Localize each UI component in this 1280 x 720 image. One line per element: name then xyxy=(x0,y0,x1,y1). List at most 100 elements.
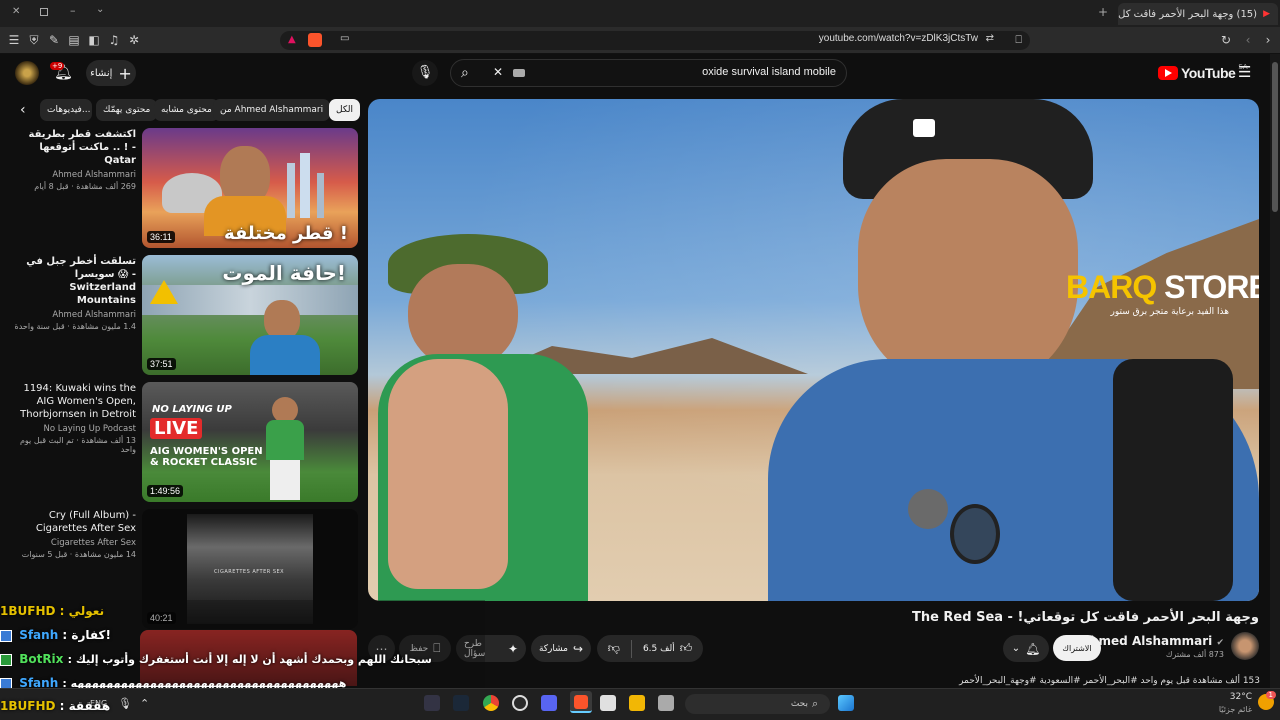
brave-shields-icon[interactable] xyxy=(308,33,322,47)
subscriber-count: 873 ألف مشترك xyxy=(1165,650,1224,659)
tray-overflow-chevron-icon[interactable]: ⌃ xyxy=(140,697,149,710)
create-button[interactable]: إنشاء + xyxy=(86,60,136,86)
channel-avatar[interactable] xyxy=(1231,632,1259,660)
tower-shape xyxy=(287,163,295,218)
steam-icon[interactable] xyxy=(453,695,469,711)
site-settings-icon[interactable]: ⇄ xyxy=(986,33,994,44)
new-tab-icon[interactable]: + xyxy=(1098,5,1108,19)
recommendation-card[interactable]: تسلقت أخطر جبل في سويسرا 😱 - Switzerland… xyxy=(10,255,358,375)
youtube-wordmark: YouTube xyxy=(1181,65,1236,81)
subscribe-button[interactable]: الاشتراك xyxy=(1053,635,1101,661)
person-face-shape xyxy=(264,300,300,340)
account-avatar[interactable] xyxy=(15,61,39,85)
chips-scroll-left-icon[interactable]: ‹ xyxy=(20,102,26,118)
windows-start-icon[interactable] xyxy=(838,695,854,711)
brave-logo-icon xyxy=(574,695,588,709)
browser-tab-title: (15) وجهة البحر الأحمر فاقت كل توقعاتي xyxy=(1118,8,1258,20)
chrome-icon[interactable] xyxy=(483,695,499,711)
recommendation-card[interactable]: 1194: Kuwaki wins the AIG Women's Open, … xyxy=(10,382,358,502)
tower-shape xyxy=(300,153,310,218)
recommendation-title[interactable]: Cry (Full Album) - Cigarettes After Sex xyxy=(10,509,136,535)
recommendation-channel[interactable]: Cigarettes After Sex xyxy=(10,538,136,548)
recommendation-thumbnail[interactable]: NO LAYING UP LIVE AIG WOMEN'S OPEN & ROC… xyxy=(142,382,358,502)
store-icon[interactable] xyxy=(600,695,616,711)
sponsor-brand-logo: BARQ STORE xyxy=(1066,269,1259,306)
like-icon[interactable]: 👍︎ xyxy=(680,641,693,656)
video-title: وجهة البحر الأحمر فاقت كل توقعاتي! - The… xyxy=(912,610,1259,625)
thumbnail-text: قطر مختلفة ! xyxy=(224,223,348,244)
notifications-dropdown-button[interactable]: ⌄ 🔔︎ xyxy=(1003,635,1049,662)
forward-icon[interactable]: › xyxy=(1260,32,1276,48)
channel-name[interactable]: Ahmed Alshammari ✔ xyxy=(1081,634,1224,648)
dislike-icon[interactable]: 👎︎ xyxy=(608,641,620,656)
recommendation-thumbnail[interactable]: قطر مختلفة ! 36:11 xyxy=(142,128,358,248)
scrollbar-thumb[interactable] xyxy=(1272,62,1278,212)
reload-icon[interactable]: ↻ xyxy=(1218,32,1234,48)
backpack-strap-shape xyxy=(1113,359,1233,601)
description-summary[interactable]: 153 ألف مشاهدة قبل يوم واحد #البحر_الأحم… xyxy=(959,676,1260,686)
obs-icon[interactable] xyxy=(512,695,528,711)
extensions-icon[interactable]: ✎ xyxy=(46,32,62,48)
address-bar[interactable]: ▲ ▭ youtube.com/watch?v=zDlK3jCtsTw ⇄ ⎕ xyxy=(280,31,1030,50)
cap-logo-icon xyxy=(913,119,935,137)
discord-icon[interactable] xyxy=(541,695,557,711)
recommendation-channel[interactable]: No Laying Up Podcast xyxy=(10,424,136,434)
window-close-icon[interactable]: ✕ xyxy=(12,6,20,17)
file-explorer-icon[interactable] xyxy=(629,695,645,711)
weather-temperature[interactable]: 32°C xyxy=(1230,692,1252,702)
brave-rewards-icon[interactable]: ▲ xyxy=(288,34,296,45)
music-icon[interactable]: ♫ xyxy=(106,32,122,48)
app-icon[interactable] xyxy=(424,695,440,711)
chat-message: BotRix : سبحانك اللهم وبحمدك أشهد أن لا … xyxy=(0,652,432,666)
video-player[interactable]: BARQ STORE هذا الفيد برعاية متجر برق ستو… xyxy=(368,99,1259,601)
duration-badge: 36:11 xyxy=(147,231,175,243)
recommendation-title[interactable]: اكتشفت قطر بطريقة ماكنت أتوقعها .. ! - Q… xyxy=(10,128,137,167)
browser-tab[interactable]: ▶ (15) وجهة البحر الأحمر فاقت كل توقعاتي… xyxy=(1118,3,1278,25)
chip-all[interactable]: الكل xyxy=(329,99,361,121)
recommendation-stats: 13 ألف مشاهدة · تم البث قبل يوم واحد xyxy=(19,436,136,454)
back-icon[interactable]: ‹ xyxy=(1240,32,1256,48)
mic-tray-icon[interactable]: 🎙︎ xyxy=(118,697,132,710)
keyboard-icon[interactable] xyxy=(513,69,525,77)
recommendation-title[interactable]: 1194: Kuwaki wins the AIG Women's Open, … xyxy=(10,382,136,421)
tab-list-chevron-icon[interactable]: ⌄ xyxy=(96,4,104,15)
chip-from-channel[interactable]: من Ahmed Alshammari xyxy=(213,99,331,121)
chip-similar[interactable]: محتوى مشابه xyxy=(154,99,219,121)
like-count[interactable]: 6.5 ألف xyxy=(643,644,675,654)
notification-count-badge: 1 xyxy=(1265,691,1276,699)
like-divider xyxy=(630,639,632,658)
puzzle-icon[interactable]: ✲ xyxy=(126,32,142,48)
notification-count-badge: +9 xyxy=(50,62,65,70)
thumbnail-text: حافة الموت! xyxy=(222,261,346,285)
search-input[interactable]: ⌕ ✕ oxide survival island mobile xyxy=(450,59,847,87)
left-person-hand xyxy=(388,359,508,589)
like-dislike-group: 👎︎ 6.5 ألف 👍︎ xyxy=(597,635,703,662)
bell-icon: 🔔︎ xyxy=(1025,641,1041,656)
task-view-icon[interactable] xyxy=(658,695,674,711)
screen-icon[interactable]: ▭ xyxy=(340,33,349,44)
shield-icon[interactable]: ⛨ xyxy=(26,32,42,48)
window-minimize-icon[interactable]: – xyxy=(70,4,76,17)
recommendation-card[interactable]: اكتشفت قطر بطريقة ماكنت أتوقعها .. ! - Q… xyxy=(10,128,358,248)
recommendation-channel[interactable]: Ahmed Alshammari xyxy=(10,170,136,180)
reader-icon[interactable]: ▤ xyxy=(66,32,82,48)
bookmark-icon[interactable]: ⎕ xyxy=(1015,33,1022,47)
chip-videos[interactable]: فيديوهات... xyxy=(40,99,92,121)
share-button[interactable]: مشاركة ↪ xyxy=(531,635,591,662)
chip-for-you[interactable]: محتوى يهمّك xyxy=(96,99,158,121)
recommendation-channel[interactable]: Ahmed Alshammari xyxy=(10,310,136,320)
recommendation-thumbnail[interactable]: حافة الموت! 37:51 xyxy=(142,255,358,375)
recommendation-title[interactable]: تسلقت أخطر جبل في سويسرا 😱 - Switzerland… xyxy=(10,255,136,307)
microphone-shape xyxy=(908,489,948,529)
sidebar-icon[interactable]: ◧ xyxy=(86,32,102,48)
sponsor-brand-accent: BARQ xyxy=(1066,269,1157,305)
taskbar-search-input[interactable]: بحث xyxy=(685,694,830,714)
menu-icon[interactable]: ☰ xyxy=(6,32,22,48)
guide-menu-icon[interactable]: ☰ xyxy=(1238,63,1251,81)
youtube-logo[interactable]: YouTube SA xyxy=(1158,63,1248,83)
voice-search-mic-icon[interactable]: 🎙︎ xyxy=(412,60,438,86)
thumbnail-text: NO LAYING UP xyxy=(152,404,232,415)
clear-search-icon[interactable]: ✕ xyxy=(493,65,503,79)
window-maximize-icon[interactable] xyxy=(40,8,48,16)
search-icon[interactable]: ⌕ xyxy=(461,65,469,81)
